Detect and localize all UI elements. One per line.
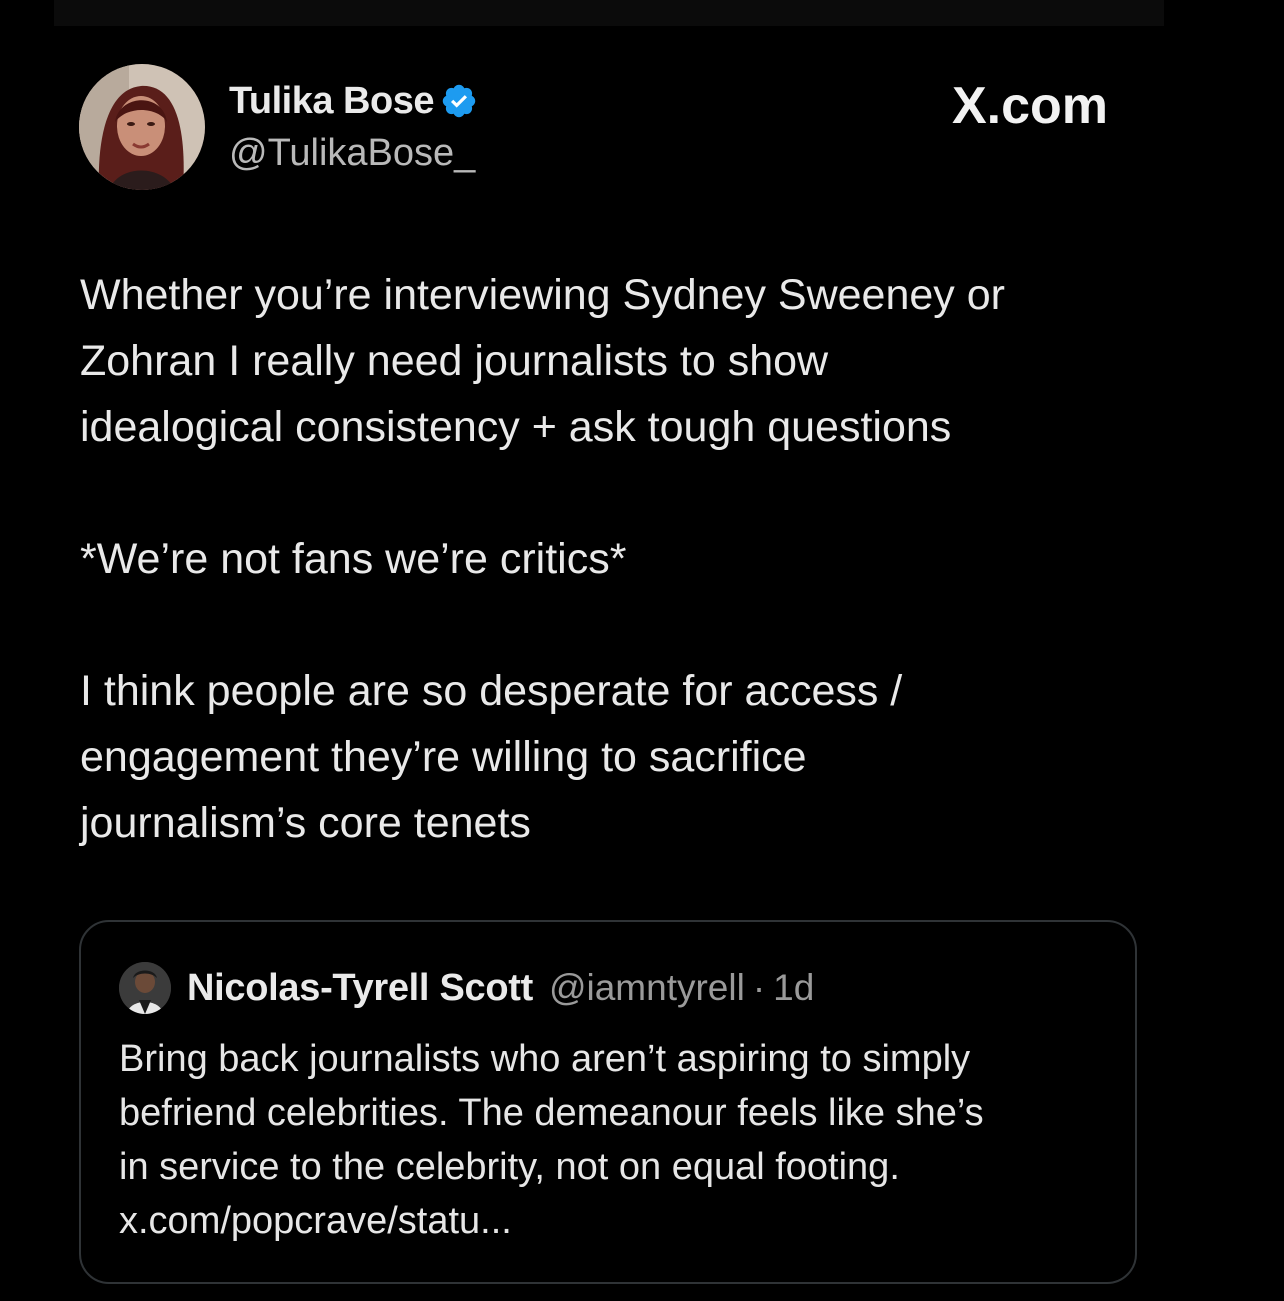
author-avatar[interactable]	[79, 64, 205, 190]
tweet-paragraph: Whether you’re interviewing Sydney Sween…	[80, 271, 1005, 451]
avatar-photo-icon	[79, 64, 205, 190]
quoted-author-handle[interactable]: @iamntyrell	[549, 967, 745, 1009]
verified-badge-icon	[440, 82, 478, 120]
quoted-text-line: befriend celebrities. The demeanour feel…	[119, 1092, 984, 1134]
x-com-logo: X.com	[951, 77, 1108, 135]
tweet-paragraph: *We’re not fans we’re critics*	[80, 535, 627, 583]
quoted-tweet-header: Nicolas-Tyrell Scott @iamntyrell · 1d	[119, 962, 814, 1014]
author-name-row: Tulika Bose	[229, 78, 478, 124]
tweet-paragraph: I think people are so desperate for acce…	[80, 667, 903, 847]
quoted-text-line: Bring back journalists who aren’t aspiri…	[119, 1038, 971, 1080]
top-strip	[54, 0, 1164, 26]
quoted-tweet-text: Bring back journalists who aren’t aspiri…	[119, 1032, 1119, 1248]
quoted-tweet-card[interactable]: Nicolas-Tyrell Scott @iamntyrell · 1d Br…	[79, 920, 1137, 1284]
quoted-link[interactable]: x.com/popcrave/statu...	[119, 1194, 1119, 1248]
author-display-name[interactable]: Tulika Bose	[229, 80, 434, 123]
tweet-text: Whether you’re interviewing Sydney Sween…	[80, 262, 1190, 856]
separator-dot: ·	[752, 967, 766, 1008]
avatar-photo-icon	[119, 962, 171, 1014]
author-handle[interactable]: @TulikaBose_	[229, 132, 475, 175]
quoted-author-avatar[interactable]	[119, 962, 171, 1014]
quoted-text-line: in service to the celebrity, not on equa…	[119, 1146, 900, 1188]
quoted-timestamp[interactable]: 1d	[773, 967, 814, 1009]
quoted-author-display-name[interactable]: Nicolas-Tyrell Scott	[187, 967, 533, 1010]
